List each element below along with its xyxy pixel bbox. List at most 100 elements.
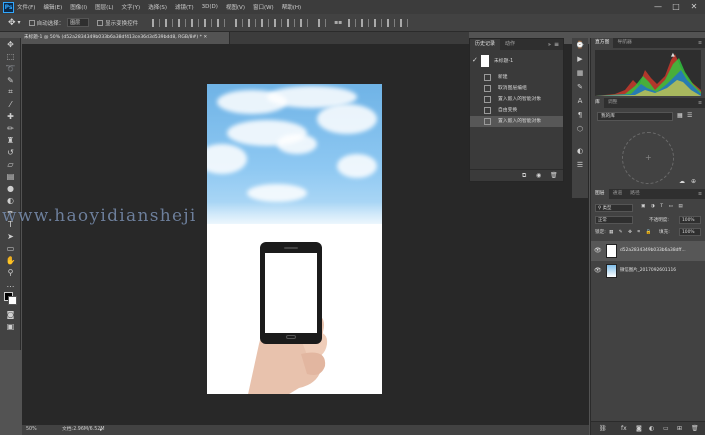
color-swatches[interactable] — [0, 290, 20, 308]
screen-mode-icon[interactable]: ▣ — [0, 320, 21, 332]
eraser-tool-icon[interactable]: ▱ — [0, 158, 21, 170]
auto-select-checkbox[interactable] — [28, 19, 35, 26]
brush-panel-icon[interactable]: ✎ — [572, 80, 588, 94]
distribute-right-icon[interactable] — [300, 18, 309, 27]
move-tool-icon[interactable]: ✥ — [0, 38, 21, 50]
quick-select-tool-icon[interactable]: ✎ — [0, 74, 21, 86]
3d-scale-icon[interactable] — [400, 18, 409, 27]
layer-row[interactable]: 👁 微信图片_2017092601116 — [591, 261, 705, 281]
more-tools-icon[interactable]: … — [0, 278, 21, 290]
new-snapshot-icon[interactable]: ◉ — [536, 172, 541, 179]
3d-roll-icon[interactable] — [361, 18, 370, 27]
dodge-tool-icon[interactable]: ◐ — [0, 194, 21, 206]
menu-select[interactable]: 选择(S) — [148, 3, 167, 11]
menu-edit[interactable]: 编辑(E) — [43, 3, 62, 11]
tab-libraries[interactable]: 库 — [591, 98, 604, 108]
panel-menu-icon[interactable]: ≡ — [698, 192, 702, 197]
adjustments-panel-icon[interactable]: ◐ — [572, 144, 588, 158]
lock-icons[interactable]: ▦ ✎ ✥ ⌗ 🔒 — [609, 229, 653, 235]
history-item[interactable]: 取消图层编组 — [470, 83, 563, 94]
layer-mask-icon[interactable]: ◙ — [636, 425, 642, 432]
healing-brush-tool-icon[interactable]: ✚ — [0, 110, 21, 122]
delete-layer-icon[interactable]: 🗑 — [691, 425, 699, 432]
gradient-tool-icon[interactable]: ▤ — [0, 170, 21, 182]
move-tool-icon[interactable]: ✥ — [8, 18, 16, 28]
background-color-swatch[interactable] — [8, 296, 17, 305]
distribute-left-icon[interactable] — [274, 18, 283, 27]
eyedropper-tool-icon[interactable]: ⁄ — [0, 98, 21, 110]
crop-tool-icon[interactable]: ⌗ — [0, 86, 21, 98]
layer-filter-select[interactable]: ⚲ 类型 — [595, 204, 633, 212]
history-panel-icon[interactable]: ⌚ — [572, 38, 588, 52]
actions-panel-icon[interactable]: ▶ — [572, 52, 588, 66]
swatches-panel-icon[interactable]: ▦ — [572, 66, 588, 80]
menu-file[interactable]: 文件(F) — [17, 3, 35, 11]
layer-filter-icons[interactable]: ▣ ◑ T ▭ ▤ — [641, 204, 685, 209]
panel-menu-icon[interactable]: ≡ — [554, 41, 559, 48]
zoom-level[interactable]: 50% — [26, 425, 37, 435]
menu-filter[interactable]: 滤镜(T) — [175, 3, 194, 11]
visibility-eye-icon[interactable]: 👁 — [594, 268, 602, 274]
tab-adjustments[interactable]: 调整 — [604, 98, 622, 108]
close-button[interactable]: ✕ — [688, 1, 700, 12]
link-layers-icon[interactable]: ⛓ — [599, 425, 607, 432]
history-item-selected[interactable]: 置入嵌入的智能对象 — [470, 116, 563, 127]
menu-image[interactable]: 图像(I) — [70, 3, 87, 11]
delete-state-icon[interactable]: 🗑 — [550, 172, 558, 179]
auto-select-dropdown[interactable]: 图层 — [67, 18, 90, 27]
history-item[interactable]: 置入嵌入的智能对象 — [470, 94, 563, 105]
document-tab[interactable]: 未标题-1 @ 50% (d52a2834349b033b6a38df413ce… — [21, 32, 230, 44]
distribute-top-icon[interactable] — [235, 18, 244, 27]
status-menu-chevron-icon[interactable]: ▸ — [100, 425, 103, 435]
zoom-tool-icon[interactable]: ⚲ — [0, 266, 21, 278]
3d-panel-icon[interactable]: ⬡ — [572, 122, 588, 136]
3d-rotate-icon[interactable] — [348, 18, 357, 27]
group-icon[interactable]: ▭ — [663, 425, 669, 432]
tab-actions[interactable]: 动作 — [500, 39, 520, 50]
fill-input[interactable]: 100% — [679, 228, 701, 236]
history-snapshot[interactable]: ✓ 未标题-1 — [470, 53, 563, 70]
panel-menu-icon[interactable]: ≡ — [698, 101, 702, 106]
brush-tool-icon[interactable]: ✏ — [0, 122, 21, 134]
menu-view[interactable]: 视图(V) — [226, 3, 245, 11]
distribute-hcenter-icon[interactable] — [287, 18, 296, 27]
new-document-from-state-icon[interactable]: ⧉ — [522, 172, 526, 180]
quick-mask-icon[interactable]: ◙ — [0, 308, 21, 320]
align-hcenter-icon[interactable] — [204, 18, 213, 27]
maximize-button[interactable]: □ — [670, 1, 682, 12]
history-brush-tool-icon[interactable]: ↺ — [0, 146, 21, 158]
tab-history[interactable]: 历史记录 — [470, 39, 501, 50]
blend-mode-select[interactable]: 正常 — [595, 216, 633, 224]
tab-layers[interactable]: 图层 — [591, 189, 609, 199]
menu-window[interactable]: 窗口(W) — [253, 3, 274, 11]
history-item[interactable]: 自由变换 — [470, 105, 563, 116]
hand-tool-icon[interactable]: ✋ — [0, 254, 21, 266]
list-view-icon[interactable]: ☰ — [687, 112, 692, 119]
align-top-icon[interactable] — [152, 18, 161, 27]
blur-tool-icon[interactable]: ● — [0, 182, 21, 194]
3d-pan-icon[interactable] — [374, 18, 383, 27]
menu-type[interactable]: 文字(Y) — [122, 3, 141, 11]
document-canvas[interactable] — [207, 84, 382, 394]
character-panel-icon[interactable]: A — [572, 94, 588, 108]
grid-view-icon[interactable]: ▦ — [677, 112, 683, 119]
layer-row[interactable]: 👁 d52a2834349b033b6a38dff... — [591, 241, 705, 261]
menu-layer[interactable]: 图层(L) — [95, 3, 113, 11]
properties-panel-icon[interactable]: ☰ — [572, 158, 588, 172]
tab-navigator[interactable]: 导航器 — [613, 38, 635, 48]
close-tab-icon[interactable]: ✕ — [203, 35, 207, 40]
clone-stamp-tool-icon[interactable]: ♜ — [0, 134, 21, 146]
align-vcenter-icon[interactable] — [165, 18, 174, 27]
3d-slide-icon[interactable] — [387, 18, 396, 27]
marquee-tool-icon[interactable]: ⬚ — [0, 50, 21, 62]
minimize-button[interactable]: — — [652, 1, 664, 12]
tool-preset-chevron-icon[interactable]: ▾ — [18, 19, 21, 26]
show-transform-checkbox[interactable] — [97, 19, 104, 26]
visibility-eye-icon[interactable]: 👁 — [594, 248, 602, 254]
new-layer-icon[interactable]: ⊞ — [677, 425, 682, 432]
distribute-vcenter-icon[interactable] — [248, 18, 257, 27]
library-select[interactable]: 我的库 — [597, 112, 673, 121]
menu-3d[interactable]: 3D(D) — [202, 4, 218, 10]
lasso-tool-icon[interactable]: ➰ — [0, 62, 21, 74]
menu-help[interactable]: 帮助(H) — [282, 3, 301, 11]
